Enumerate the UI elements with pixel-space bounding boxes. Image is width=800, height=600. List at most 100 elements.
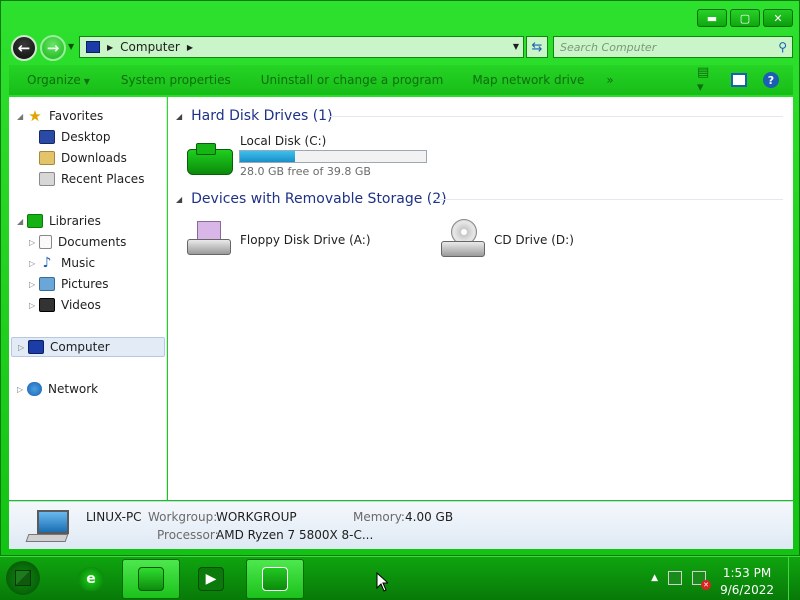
history-dropdown-button[interactable]: ▼ (68, 42, 74, 51)
nav-label: Libraries (49, 214, 101, 228)
collapse-triangle-icon[interactable]: ◢ (176, 195, 182, 204)
nav-label: Videos (61, 298, 101, 312)
refresh-button[interactable]: ⇆ (526, 36, 548, 58)
network-globe-icon (27, 382, 42, 396)
more-commands-button[interactable]: » (606, 73, 613, 87)
group-title: Devices with Removable Storage (2) (191, 191, 447, 207)
action-center-flag-icon[interactable] (668, 571, 682, 585)
show-hidden-icons-button[interactable]: ▲ (651, 573, 658, 583)
nav-desktop[interactable]: Desktop (39, 127, 111, 147)
network-disconnected-icon[interactable] (692, 571, 711, 590)
nav-recent-places[interactable]: Recent Places (39, 169, 144, 189)
content-area: ◢ Hard Disk Drives (1) Local Disk (C:) 2… (168, 97, 793, 500)
group-header-hard-disks[interactable]: ◢ Hard Disk Drives (1) (176, 106, 333, 126)
folder-icon (138, 567, 164, 591)
workgroup-value: WORKGROUP (216, 510, 297, 524)
nav-label: Recent Places (61, 172, 145, 186)
forward-button[interactable]: → (40, 35, 66, 61)
arrow-left-icon: ← (17, 39, 31, 57)
nav-libraries[interactable]: ◢ Libraries (17, 211, 101, 231)
caption-buttons: ▬ ▢ ✕ (697, 9, 793, 27)
uninstall-program-button[interactable]: Uninstall or change a program (261, 73, 444, 87)
drive-base-icon (441, 241, 485, 257)
memory-label: Memory: (353, 510, 405, 524)
drive-name: Floppy Disk Drive (A:) (240, 233, 371, 247)
nav-documents[interactable]: ▷ Documents (29, 232, 126, 252)
disk-usage-bar (239, 150, 427, 163)
address-bar[interactable]: ▶ Computer ▶ ▼ (79, 36, 524, 58)
nav-downloads[interactable]: Downloads (39, 148, 127, 168)
workgroup-label: Workgroup: (148, 510, 218, 524)
monitor-icon (37, 510, 69, 534)
nav-label: Music (61, 256, 96, 270)
group-header-removable[interactable]: ◢ Devices with Removable Storage (2) (176, 189, 447, 209)
change-view-button[interactable]: ▤ ▾ (697, 65, 715, 95)
processor-value: AMD Ryzen 7 5800X 8-C... (216, 528, 374, 542)
drive-name: CD Drive (D:) (494, 233, 574, 247)
breadcrumb-computer[interactable]: Computer (120, 40, 180, 54)
windows-logo-icon (15, 570, 31, 586)
music-note-icon: ♪ (42, 255, 52, 271)
map-network-drive-button[interactable]: Map network drive (472, 73, 584, 87)
search-box[interactable]: ⚲ (553, 36, 793, 58)
show-desktop-button[interactable] (788, 557, 800, 600)
drive-name: Local Disk (C:) (240, 134, 327, 148)
taskbar-media-player[interactable]: ▶ (182, 559, 240, 599)
organize-menu[interactable]: Organize ▼ (27, 73, 90, 87)
film-strip-icon (39, 298, 55, 312)
cd-drive-icon (441, 219, 485, 259)
hard-drive-icon (187, 143, 233, 175)
nav-label: Network (48, 382, 99, 396)
downloads-folder-icon (39, 151, 55, 165)
collapsed-triangle-icon[interactable]: ▷ (29, 301, 39, 310)
star-icon: ★ (28, 107, 42, 125)
nav-label: Desktop (61, 130, 111, 144)
nav-videos[interactable]: ▷ Videos (29, 295, 101, 315)
preview-pane-button[interactable] (731, 73, 747, 87)
nav-computer[interactable]: ▷ Computer (11, 337, 165, 357)
taskbar-control-panel[interactable] (246, 559, 304, 599)
maximize-button[interactable]: ▢ (730, 9, 760, 27)
collapsed-triangle-icon[interactable]: ▷ (29, 238, 39, 247)
computer-icon (25, 510, 71, 542)
breadcrumb-chevron-icon[interactable]: ▶ (107, 43, 113, 52)
document-icon (39, 235, 52, 249)
details-pane: LINUX-PC Workgroup: WORKGROUP Memory: 4.… (9, 501, 793, 549)
close-button[interactable]: ✕ (763, 9, 793, 27)
drive-free-space: 28.0 GB free of 39.8 GB (240, 165, 371, 178)
search-icon[interactable]: ⚲ (778, 40, 787, 54)
nav-music[interactable]: ▷ ♪ Music (29, 253, 95, 273)
collapsed-triangle-icon[interactable]: ▷ (29, 280, 39, 289)
collapsed-triangle-icon[interactable]: ▷ (29, 259, 39, 268)
system-properties-button[interactable]: System properties (121, 73, 231, 87)
taskbar-windows-explorer[interactable] (122, 559, 180, 599)
help-button[interactable]: ? (763, 72, 779, 88)
breadcrumb-chevron-icon[interactable]: ▶ (187, 43, 193, 52)
collapsed-triangle-icon[interactable]: ▷ (17, 385, 27, 394)
nav-favorites[interactable]: ◢ ★ Favorites (17, 106, 103, 126)
group-title: Hard Disk Drives (1) (191, 108, 333, 124)
minimize-button[interactable]: ▬ (697, 9, 727, 27)
back-button[interactable]: ← (11, 35, 37, 61)
control-panel-icon (262, 567, 288, 591)
recent-places-icon (39, 172, 55, 186)
collapse-triangle-icon[interactable]: ◢ (176, 112, 182, 121)
internet-explorer-icon: e (78, 567, 104, 591)
expanded-triangle-icon[interactable]: ◢ (17, 217, 27, 226)
collapsed-triangle-icon[interactable]: ▷ (18, 343, 28, 352)
view-options-icon: ▤ ▾ (697, 65, 710, 95)
taskbar-clock[interactable]: 1:53 PM 9/6/2022 (720, 565, 774, 599)
taskbar-internet-explorer[interactable]: e (62, 559, 120, 599)
taskbar: e ▶ ▲ 1:53 PM 9/6/2022 (0, 556, 800, 600)
chevron-down-icon: ▼ (83, 77, 90, 86)
arrow-right-icon: → (46, 39, 60, 57)
computer-name: LINUX-PC (86, 510, 142, 524)
start-button[interactable] (6, 561, 40, 595)
search-input[interactable] (554, 37, 764, 57)
mouse-pointer-icon (376, 572, 388, 592)
nav-network[interactable]: ▷ Network (17, 379, 98, 399)
expanded-triangle-icon[interactable]: ◢ (17, 112, 27, 121)
nav-pictures[interactable]: ▷ Pictures (29, 274, 109, 294)
address-dropdown-icon[interactable]: ▼ (513, 42, 519, 51)
nav-label: Documents (58, 235, 127, 249)
